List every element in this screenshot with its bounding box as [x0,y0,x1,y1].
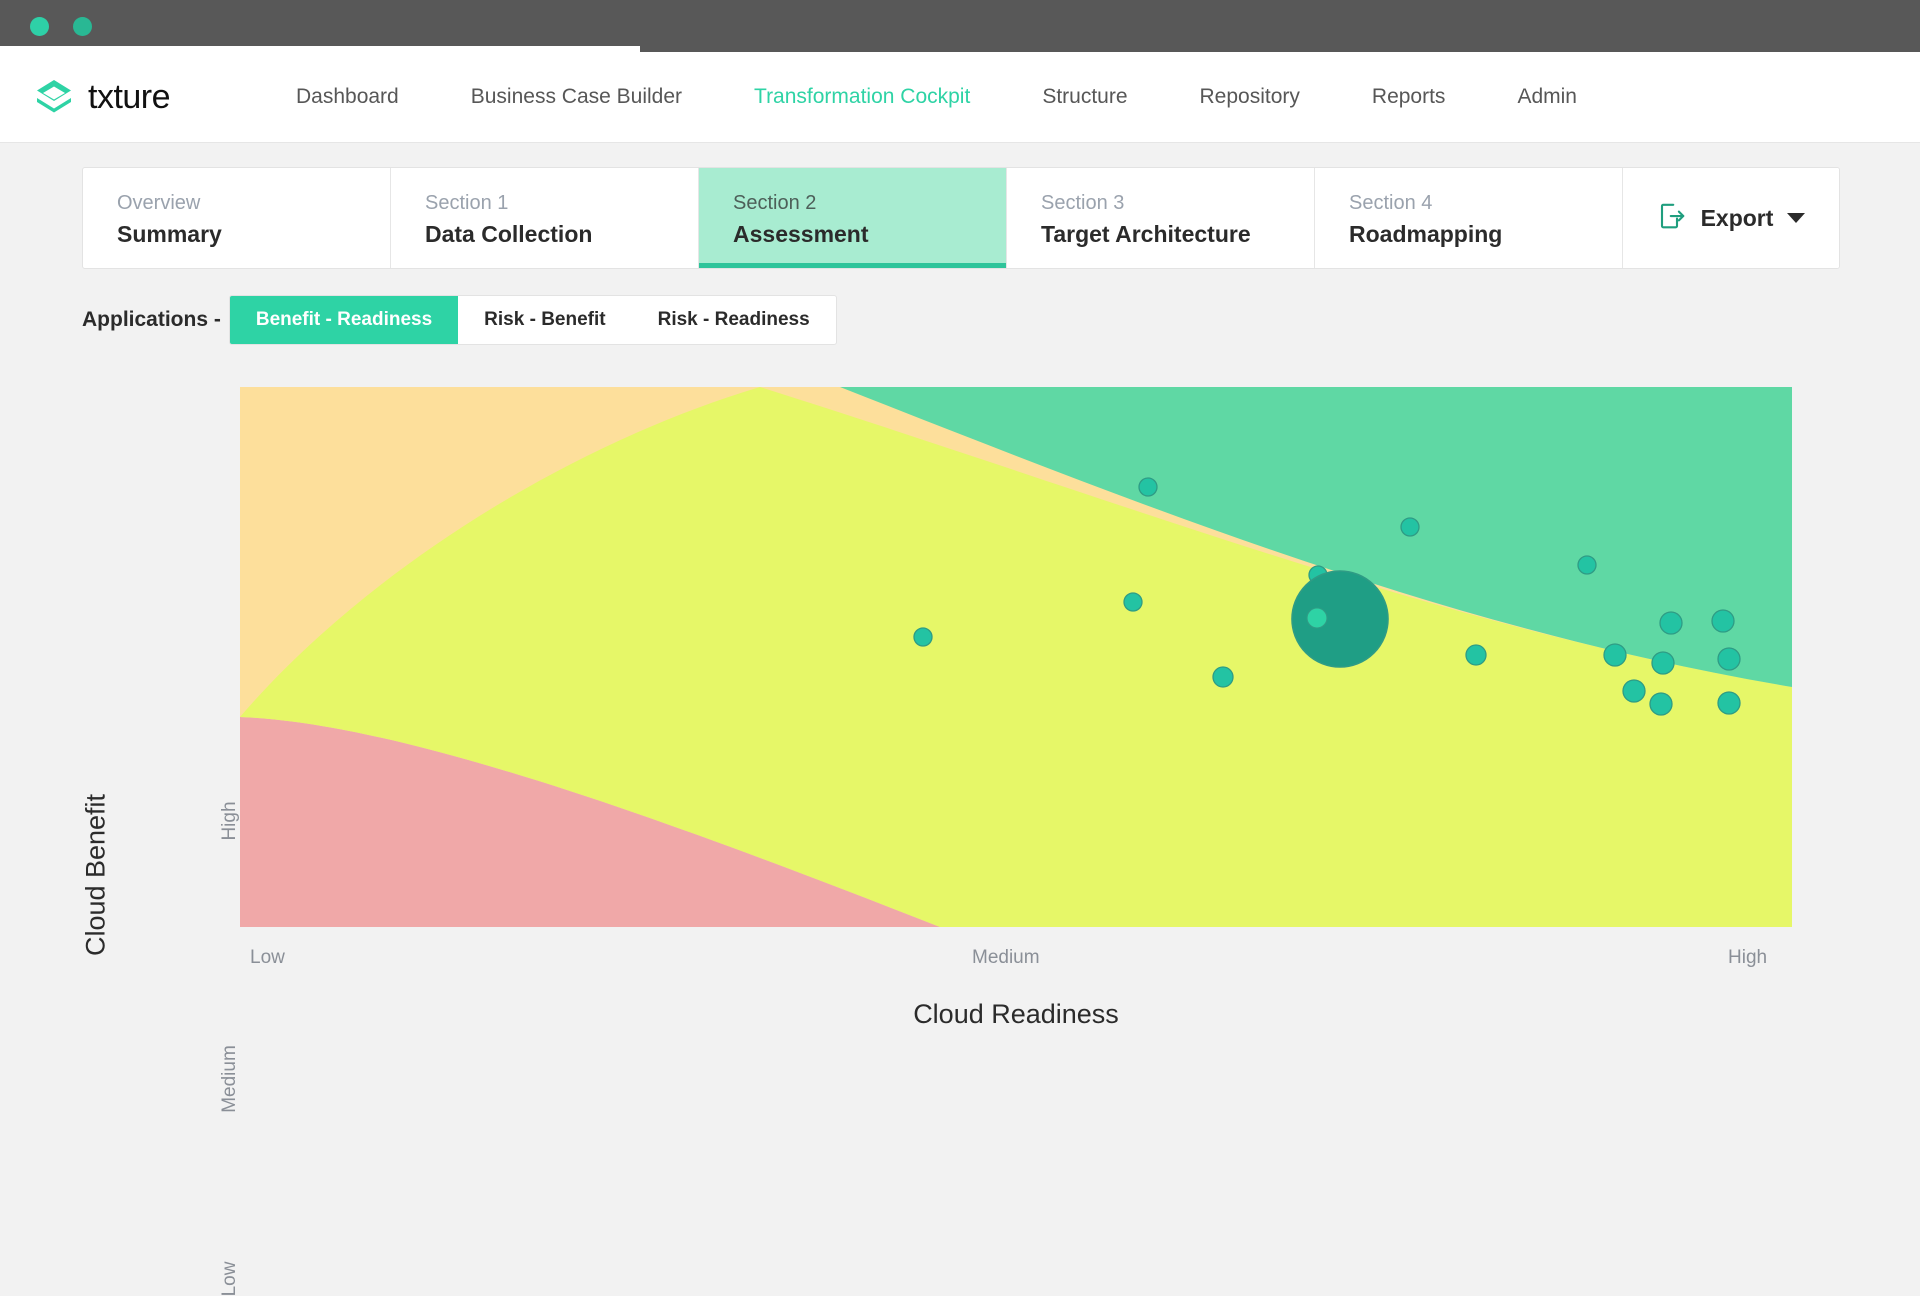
window-dot-2[interactable] [73,17,92,36]
tab-section-2-assessment[interactable]: Section 2 Assessment [699,168,1007,268]
view-mode-segmented-control: Benefit - Readiness Risk - Benefit Risk … [229,295,837,345]
section-tabstrip: Overview Summary Section 1 Data Collecti… [82,167,1840,269]
tab-kicker: Overview [117,190,390,217]
window-dot-1[interactable] [30,17,49,36]
y-tick-medium: Medium [219,1045,241,1113]
tab-section-4-roadmapping[interactable]: Section 4 Roadmapping [1315,168,1623,268]
tab-title: Target Architecture [1041,221,1314,248]
x-tick-low: Low [250,947,285,969]
x-axis-title: Cloud Readiness [240,999,1792,1030]
bubble-large[interactable] [1292,571,1388,667]
tab-kicker: Section 3 [1041,190,1314,217]
benefit-readiness-bubble-chart: Cloud Benefit High Medium Low [0,369,1920,1009]
bubble[interactable] [1712,610,1734,632]
section-tabstrip-wrapper: Overview Summary Section 1 Data Collecti… [0,143,1920,269]
bubble[interactable] [1466,645,1486,665]
window-titlebar [0,0,1920,52]
bubble[interactable] [1139,478,1157,496]
bubble[interactable] [1718,692,1740,714]
bubble[interactable] [1213,667,1233,687]
bubble[interactable] [1623,680,1645,702]
tab-kicker: Section 1 [425,190,698,217]
applications-label: Applications - [82,308,221,332]
tab-title: Assessment [733,221,1006,248]
bubble[interactable] [1124,593,1142,611]
segment-benefit-readiness[interactable]: Benefit - Readiness [230,296,458,344]
y-tick-low: Low [219,1262,241,1296]
tab-kicker: Section 4 [1349,190,1622,217]
top-navigation-bar: txture Dashboard Business Case Builder T… [0,52,1920,143]
bubble[interactable] [1578,556,1596,574]
nav-item-dashboard[interactable]: Dashboard [260,85,435,109]
chart-svg [240,387,1792,927]
x-tick-high: High [1728,947,1767,969]
bubble[interactable] [1401,518,1419,536]
tab-title: Roadmapping [1349,221,1622,248]
brand-name: txture [88,78,170,117]
segment-risk-readiness[interactable]: Risk - Readiness [632,296,836,344]
nav-item-transformation-cockpit[interactable]: Transformation Cockpit [718,85,1006,109]
browser-tab-stub [0,46,640,52]
x-tick-medium: Medium [972,947,1040,969]
nav-item-reports[interactable]: Reports [1336,85,1482,109]
export-label: Export [1701,205,1774,232]
tab-kicker: Section 2 [733,190,1006,217]
bubble[interactable] [1718,648,1740,670]
export-button[interactable]: Export [1623,168,1839,268]
tab-title: Summary [117,221,390,248]
nav-item-repository[interactable]: Repository [1164,85,1336,109]
y-axis-title: Cloud Benefit [81,794,112,956]
tab-title: Data Collection [425,221,698,248]
layered-stack-icon [34,77,74,117]
tab-overview-summary[interactable]: Overview Summary [83,168,391,268]
nav-links: Dashboard Business Case Builder Transfor… [260,85,1920,109]
applications-filter-row: Applications - Benefit - Readiness Risk … [0,269,1920,345]
bubble[interactable] [1307,608,1327,628]
file-export-icon [1657,201,1687,236]
bubble[interactable] [1604,644,1626,666]
brand-logo[interactable]: txture [0,77,260,117]
y-tick-high: High [219,801,241,840]
bubble[interactable] [1650,693,1672,715]
chart-plot-area[interactable] [240,387,1792,927]
bubble[interactable] [1652,652,1674,674]
nav-item-admin[interactable]: Admin [1481,85,1613,109]
tab-section-3-target-architecture[interactable]: Section 3 Target Architecture [1007,168,1315,268]
tab-section-1-data-collection[interactable]: Section 1 Data Collection [391,168,699,268]
segment-risk-benefit[interactable]: Risk - Benefit [458,296,631,344]
nav-item-business-case-builder[interactable]: Business Case Builder [435,85,718,109]
bubble[interactable] [914,628,932,646]
nav-item-structure[interactable]: Structure [1006,85,1163,109]
bubble[interactable] [1660,612,1682,634]
chevron-down-icon[interactable] [1787,213,1805,223]
